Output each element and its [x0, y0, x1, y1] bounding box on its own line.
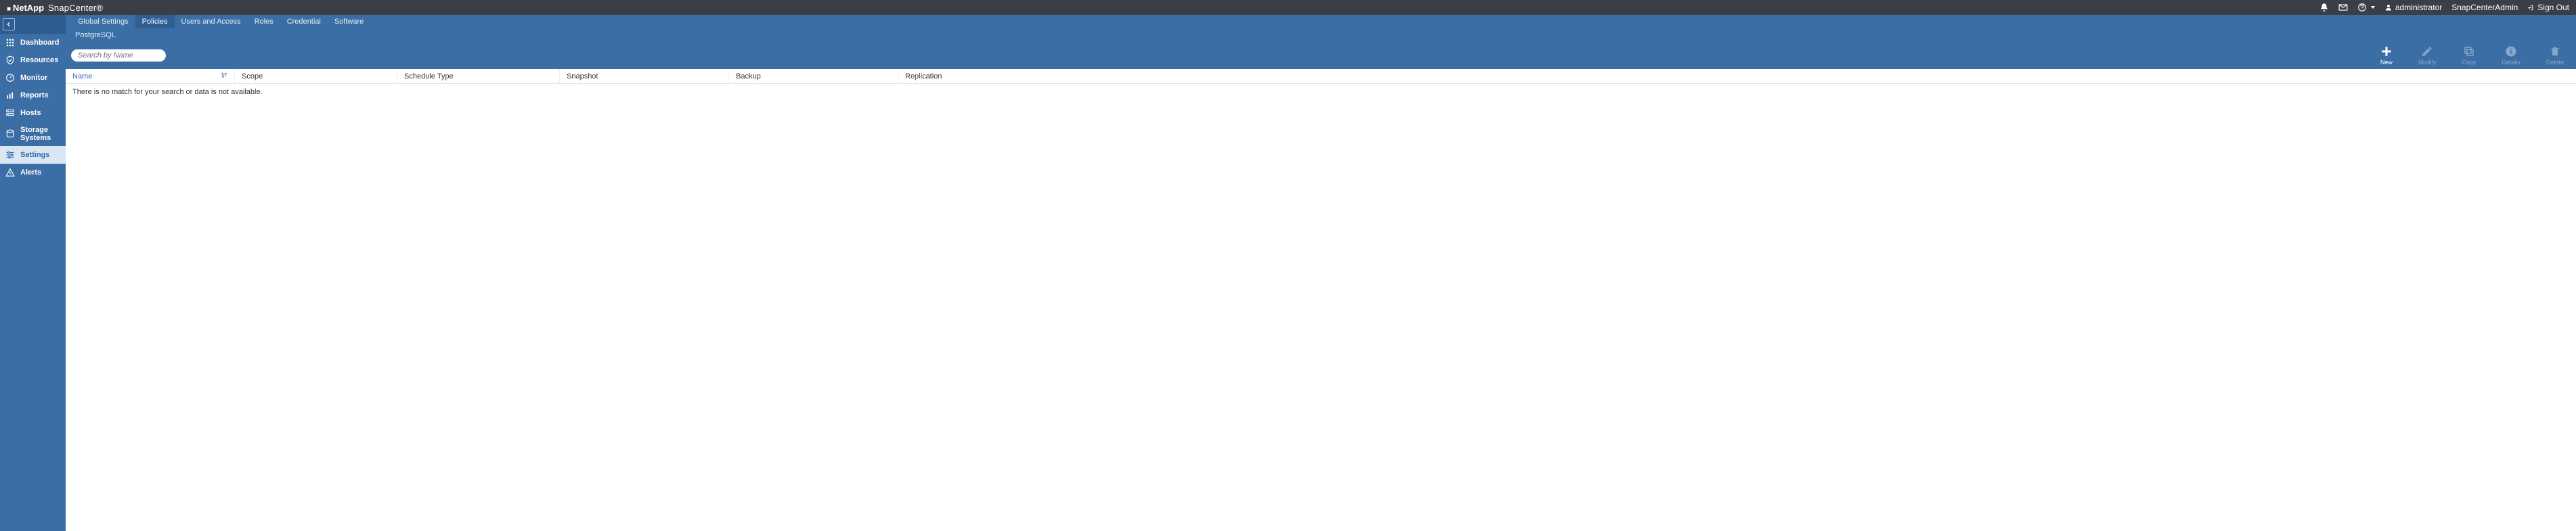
column-name[interactable]: Name: [66, 69, 235, 83]
tab-credential[interactable]: Credential: [280, 15, 328, 28]
search-container: [71, 49, 166, 62]
main-content: Global Settings Policies Users and Acces…: [66, 15, 2576, 531]
user-label: administrator: [2395, 3, 2442, 12]
sidebar-collapse-row: [0, 15, 66, 34]
top-header: NetApp SnapCenter® administrator SnapCen…: [0, 0, 2576, 15]
chevron-down-icon: [2371, 6, 2375, 9]
settings-icon: [5, 150, 15, 160]
trash-icon: [2549, 45, 2561, 57]
toolbar-label: Delete: [2546, 59, 2564, 66]
grid-icon: [5, 38, 15, 47]
reports-icon: [5, 91, 15, 100]
tab-software[interactable]: Software: [328, 15, 370, 28]
delete-button: Delete: [2546, 45, 2564, 66]
shield-icon: [5, 55, 15, 65]
copy-button: Copy: [2462, 45, 2476, 66]
tab-roles[interactable]: Roles: [248, 15, 280, 28]
tenant-link[interactable]: SnapCenterAdmin: [2451, 3, 2518, 12]
storage-icon: [5, 129, 15, 139]
sidebar-item-monitor[interactable]: Monitor: [0, 69, 66, 87]
tab-policies[interactable]: Policies: [135, 15, 175, 28]
breadcrumb-bar: PostgreSQL: [66, 28, 2576, 42]
signout-label: Sign Out: [2537, 3, 2569, 12]
sidebar-item-resources[interactable]: Resources: [0, 51, 66, 69]
brand: NetApp SnapCenter®: [7, 3, 103, 13]
sidebar-item-label: Resources: [20, 56, 58, 64]
tab-users-and-access[interactable]: Users and Access: [175, 15, 248, 28]
toolbar-label: Details: [2502, 59, 2520, 66]
column-backup[interactable]: Backup: [729, 69, 898, 83]
sidebar-item-label: Reports: [20, 91, 49, 99]
new-button[interactable]: New: [2380, 45, 2393, 66]
hosts-icon: [5, 108, 15, 118]
sidebar-item-label: Monitor: [20, 74, 47, 82]
empty-state-message: There is no match for your search or dat…: [66, 84, 2576, 100]
toolbar: New Modify Copy Details Delete: [66, 42, 2576, 69]
alert-icon: [5, 168, 15, 177]
tab-global-settings[interactable]: Global Settings: [71, 15, 135, 28]
toolbar-label: New: [2380, 59, 2393, 66]
table-header: Name Scope Schedule Type Snapshot Backup…: [66, 69, 2576, 84]
signout-button[interactable]: Sign Out: [2527, 3, 2569, 12]
pencil-icon: [2421, 45, 2433, 57]
collapse-sidebar-button[interactable]: [3, 18, 15, 30]
sidebar-item-label: Dashboard: [20, 39, 59, 47]
brand-company: NetApp: [7, 3, 44, 13]
modify-button: Modify: [2418, 45, 2437, 66]
sidebar-item-dashboard[interactable]: Dashboard: [0, 34, 66, 51]
bell-icon[interactable]: [2319, 3, 2329, 12]
sort-asc-icon: [221, 72, 227, 80]
mail-icon[interactable]: [2338, 3, 2348, 12]
sidebar-item-alerts[interactable]: Alerts: [0, 164, 66, 181]
search-input[interactable]: [78, 51, 159, 60]
monitor-icon: [5, 73, 15, 83]
tab-bar: Global Settings Policies Users and Acces…: [66, 15, 2576, 28]
column-schedule-type[interactable]: Schedule Type: [397, 69, 560, 83]
column-scope[interactable]: Scope: [235, 69, 397, 83]
sidebar-item-label: Settings: [20, 151, 49, 159]
toolbar-label: Modify: [2418, 59, 2437, 66]
sidebar-item-hosts[interactable]: Hosts: [0, 104, 66, 122]
sidebar-item-reports[interactable]: Reports: [0, 87, 66, 104]
sidebar: Dashboard Resources Monitor Reports Host…: [0, 15, 66, 531]
details-button: Details: [2502, 45, 2520, 66]
sidebar-item-settings[interactable]: Settings: [0, 146, 66, 164]
plus-icon: [2380, 45, 2393, 57]
copy-icon: [2463, 45, 2475, 57]
sidebar-item-label: Storage Systems: [20, 126, 60, 142]
toolbar-label: Copy: [2462, 59, 2476, 66]
sidebar-item-label: Alerts: [20, 168, 41, 177]
sidebar-item-label: Hosts: [20, 109, 41, 117]
help-menu[interactable]: [2357, 3, 2375, 12]
breadcrumb[interactable]: PostgreSQL: [71, 29, 120, 41]
info-icon: [2505, 45, 2517, 57]
column-replication[interactable]: Replication: [898, 69, 2576, 83]
column-snapshot[interactable]: Snapshot: [560, 69, 729, 83]
user-menu[interactable]: administrator: [2384, 3, 2442, 12]
sidebar-item-storage-systems[interactable]: Storage Systems: [0, 122, 66, 146]
column-label: Name: [72, 72, 92, 80]
brand-product: SnapCenter®: [48, 3, 103, 13]
